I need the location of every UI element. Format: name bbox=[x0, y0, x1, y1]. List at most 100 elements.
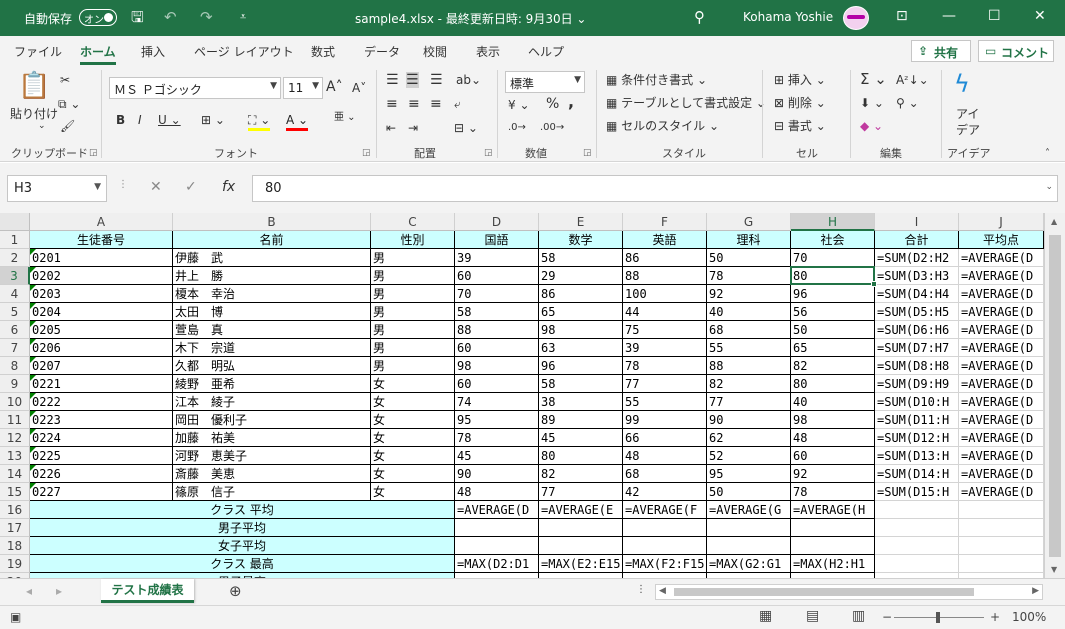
empty-cell[interactable] bbox=[959, 501, 1044, 519]
column-title[interactable]: 名前 bbox=[173, 231, 371, 249]
student-id-cell[interactable]: 0204 bbox=[30, 303, 173, 321]
table-cell[interactable]: =SUM(D15:H bbox=[875, 483, 959, 501]
format-as-table-button[interactable]: ▦ テーブルとして書式設定 ⌄ bbox=[606, 95, 766, 111]
student-id-cell[interactable]: 0203 bbox=[30, 285, 173, 303]
column-header-e[interactable]: E bbox=[539, 213, 623, 231]
bold-icon[interactable]: B bbox=[116, 112, 125, 128]
table-cell[interactable]: =AVERAGE(D bbox=[959, 393, 1044, 411]
table-cell[interactable]: 江本 綾子 bbox=[173, 393, 371, 411]
table-cell[interactable]: 伊藤 武 bbox=[173, 249, 371, 267]
table-cell[interactable]: 綾野 亜希 bbox=[173, 375, 371, 393]
summary-cell[interactable] bbox=[707, 537, 791, 555]
table-cell[interactable]: 55 bbox=[623, 393, 707, 411]
row-header-14[interactable]: 14 bbox=[0, 465, 30, 483]
table-cell[interactable]: 男 bbox=[371, 339, 455, 357]
table-cell[interactable]: 榎本 幸治 bbox=[173, 285, 371, 303]
increase-decimal-icon[interactable]: .0→ bbox=[508, 120, 526, 136]
table-cell[interactable]: 65 bbox=[791, 339, 875, 357]
column-header-d[interactable]: D bbox=[455, 213, 539, 231]
row-header-7[interactable]: 7 bbox=[0, 339, 30, 357]
table-cell[interactable]: 60 bbox=[455, 267, 539, 285]
summary-label[interactable]: クラス 平均 bbox=[30, 501, 455, 519]
horizontal-scroll-thumb[interactable] bbox=[674, 588, 974, 596]
summary-cell[interactable]: =MAX(E2:E15 bbox=[539, 555, 623, 573]
cut-icon[interactable]: ✂ bbox=[60, 72, 70, 88]
spreadsheet-grid[interactable]: ABCDEFGHIJ123456789101112131415161718192… bbox=[0, 213, 1044, 578]
table-cell[interactable]: 29 bbox=[539, 267, 623, 285]
student-id-cell[interactable]: 0206 bbox=[30, 339, 173, 357]
window-title[interactable]: sample4.xlsx - 最終更新日時: 9月30日 ⌄ bbox=[355, 10, 586, 27]
table-cell[interactable]: 68 bbox=[623, 465, 707, 483]
table-cell[interactable]: =SUM(D14:H bbox=[875, 465, 959, 483]
column-header-f[interactable]: F bbox=[623, 213, 707, 231]
search-icon[interactable]: ⚲ bbox=[694, 8, 705, 26]
row-header-12[interactable]: 12 bbox=[0, 429, 30, 447]
table-cell[interactable]: =SUM(D11:H bbox=[875, 411, 959, 429]
row-header-4[interactable]: 4 bbox=[0, 285, 30, 303]
table-cell[interactable]: 96 bbox=[539, 357, 623, 375]
table-cell[interactable]: 65 bbox=[539, 303, 623, 321]
table-cell[interactable]: =AVERAGE(D bbox=[959, 429, 1044, 447]
table-cell[interactable]: 98 bbox=[791, 411, 875, 429]
table-cell[interactable]: 92 bbox=[707, 285, 791, 303]
table-cell[interactable]: 男 bbox=[371, 285, 455, 303]
table-cell[interactable]: 89 bbox=[539, 411, 623, 429]
summary-cell[interactable]: =AVERAGE(D bbox=[455, 501, 539, 519]
table-cell[interactable]: 88 bbox=[623, 267, 707, 285]
table-cell[interactable]: 78 bbox=[791, 483, 875, 501]
table-cell[interactable]: 女 bbox=[371, 429, 455, 447]
close-icon[interactable]: ✕ bbox=[1034, 8, 1046, 24]
summary-cell[interactable] bbox=[791, 519, 875, 537]
tab-data[interactable]: データ bbox=[364, 43, 400, 60]
summary-cell[interactable] bbox=[623, 519, 707, 537]
font-name-combo[interactable]: ＭＳ Ｐゴシック ▼ bbox=[109, 77, 281, 99]
summary-cell[interactable] bbox=[455, 519, 539, 537]
table-cell[interactable]: 久都 明弘 bbox=[173, 357, 371, 375]
name-box[interactable]: H3 ▼ bbox=[7, 175, 107, 202]
table-cell[interactable]: 88 bbox=[707, 357, 791, 375]
empty-cell[interactable] bbox=[875, 501, 959, 519]
empty-cell[interactable] bbox=[959, 519, 1044, 537]
scroll-left-icon[interactable]: ◀ bbox=[659, 586, 666, 596]
table-cell[interactable]: 45 bbox=[455, 447, 539, 465]
redo-icon[interactable]: ↷ bbox=[200, 8, 213, 26]
table-cell[interactable]: =AVERAGE(D bbox=[959, 285, 1044, 303]
page-break-view-icon[interactable]: ▥ bbox=[852, 608, 865, 624]
table-cell[interactable]: =AVERAGE(D bbox=[959, 483, 1044, 501]
column-header-b[interactable]: B bbox=[173, 213, 371, 231]
add-sheet-icon[interactable]: ⊕ bbox=[229, 582, 242, 600]
ideas-button-line1[interactable]: アイ bbox=[956, 106, 979, 122]
column-header-g[interactable]: G bbox=[707, 213, 791, 231]
table-cell[interactable]: =SUM(D2:H2 bbox=[875, 249, 959, 267]
table-cell[interactable]: 75 bbox=[623, 321, 707, 339]
tab-view[interactable]: 表示 bbox=[476, 43, 500, 60]
table-cell[interactable]: =SUM(D3:H3 bbox=[875, 267, 959, 285]
table-cell[interactable]: 98 bbox=[539, 321, 623, 339]
table-cell[interactable]: =AVERAGE(D bbox=[959, 339, 1044, 357]
table-cell[interactable]: 井上 勝 bbox=[173, 267, 371, 285]
row-header-1[interactable]: 1 bbox=[0, 231, 30, 249]
student-id-cell[interactable]: 0226 bbox=[30, 465, 173, 483]
column-title[interactable]: 英語 bbox=[623, 231, 707, 249]
page-layout-view-icon[interactable]: ▤ bbox=[806, 608, 819, 624]
ideas-button-line2[interactable]: デア bbox=[956, 122, 980, 138]
clear-icon[interactable]: ◆ ⌄ bbox=[860, 118, 883, 134]
column-header-c[interactable]: C bbox=[371, 213, 455, 231]
align-left-icon[interactable]: ≡ bbox=[386, 96, 398, 112]
summary-cell[interactable] bbox=[455, 537, 539, 555]
column-title[interactable]: 社会 bbox=[791, 231, 875, 249]
scroll-down-icon[interactable]: ▼ bbox=[1051, 565, 1057, 574]
summary-label[interactable]: クラス 最高 bbox=[30, 555, 455, 573]
vertical-scrollbar[interactable]: ▲ ▼ bbox=[1044, 213, 1065, 578]
font-color-icon[interactable]: A ⌄ bbox=[286, 112, 309, 131]
table-cell[interactable]: =SUM(D5:H5 bbox=[875, 303, 959, 321]
summary-cell[interactable]: =MAX(G2:G1 bbox=[707, 555, 791, 573]
clipboard-launcher-icon[interactable]: ◲ bbox=[89, 148, 98, 158]
table-cell[interactable]: 50 bbox=[707, 249, 791, 267]
table-cell[interactable]: =AVERAGE(D bbox=[959, 303, 1044, 321]
row-header-5[interactable]: 5 bbox=[0, 303, 30, 321]
column-title[interactable]: 合計 bbox=[875, 231, 959, 249]
scroll-up-icon[interactable]: ▲ bbox=[1051, 217, 1057, 226]
table-cell[interactable]: 39 bbox=[455, 249, 539, 267]
table-cell[interactable]: 77 bbox=[707, 393, 791, 411]
